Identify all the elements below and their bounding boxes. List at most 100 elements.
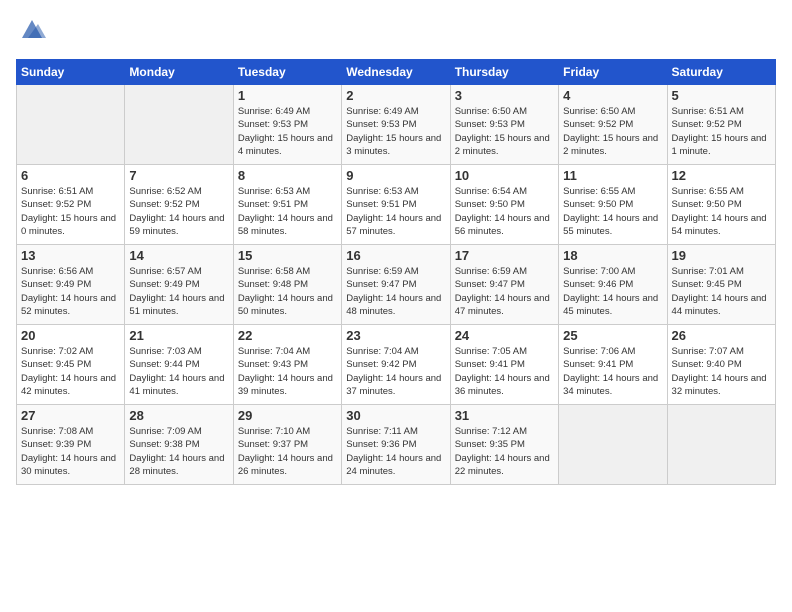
day-number: 30	[346, 408, 445, 423]
calendar-cell: 8 Sunrise: 6:53 AMSunset: 9:51 PMDaylight…	[233, 165, 341, 245]
day-number: 21	[129, 328, 228, 343]
cell-details: Sunrise: 7:12 AMSunset: 9:35 PMDaylight:…	[455, 425, 554, 478]
cell-details: Sunrise: 6:53 AMSunset: 9:51 PMDaylight:…	[346, 185, 445, 238]
day-number: 31	[455, 408, 554, 423]
day-number: 17	[455, 248, 554, 263]
calendar-cell	[125, 85, 233, 165]
column-header-wednesday: Wednesday	[342, 60, 450, 85]
calendar-cell	[17, 85, 125, 165]
day-number: 10	[455, 168, 554, 183]
cell-details: Sunrise: 7:09 AMSunset: 9:38 PMDaylight:…	[129, 425, 228, 478]
calendar-cell: 2 Sunrise: 6:49 AMSunset: 9:53 PMDaylight…	[342, 85, 450, 165]
cell-details: Sunrise: 7:04 AMSunset: 9:43 PMDaylight:…	[238, 345, 337, 398]
day-number: 11	[563, 168, 662, 183]
day-number: 29	[238, 408, 337, 423]
day-number: 18	[563, 248, 662, 263]
day-number: 9	[346, 168, 445, 183]
column-header-friday: Friday	[559, 60, 667, 85]
calendar-cell: 14 Sunrise: 6:57 AMSunset: 9:49 PMDayligh…	[125, 245, 233, 325]
calendar-cell: 5 Sunrise: 6:51 AMSunset: 9:52 PMDaylight…	[667, 85, 775, 165]
day-number: 15	[238, 248, 337, 263]
cell-details: Sunrise: 6:57 AMSunset: 9:49 PMDaylight:…	[129, 265, 228, 318]
column-header-sunday: Sunday	[17, 60, 125, 85]
cell-details: Sunrise: 7:11 AMSunset: 9:36 PMDaylight:…	[346, 425, 445, 478]
page-header	[16, 16, 776, 49]
cell-details: Sunrise: 6:49 AMSunset: 9:53 PMDaylight:…	[238, 105, 337, 158]
cell-details: Sunrise: 6:52 AMSunset: 9:52 PMDaylight:…	[129, 185, 228, 238]
day-number: 3	[455, 88, 554, 103]
calendar-cell: 27 Sunrise: 7:08 AMSunset: 9:39 PMDayligh…	[17, 405, 125, 485]
calendar-cell: 20 Sunrise: 7:02 AMSunset: 9:45 PMDayligh…	[17, 325, 125, 405]
cell-details: Sunrise: 6:49 AMSunset: 9:53 PMDaylight:…	[346, 105, 445, 158]
calendar-cell: 16 Sunrise: 6:59 AMSunset: 9:47 PMDayligh…	[342, 245, 450, 325]
calendar-cell: 7 Sunrise: 6:52 AMSunset: 9:52 PMDaylight…	[125, 165, 233, 245]
cell-details: Sunrise: 6:53 AMSunset: 9:51 PMDaylight:…	[238, 185, 337, 238]
day-number: 8	[238, 168, 337, 183]
cell-details: Sunrise: 6:51 AMSunset: 9:52 PMDaylight:…	[21, 185, 120, 238]
day-number: 14	[129, 248, 228, 263]
cell-details: Sunrise: 6:50 AMSunset: 9:53 PMDaylight:…	[455, 105, 554, 158]
cell-details: Sunrise: 6:59 AMSunset: 9:47 PMDaylight:…	[346, 265, 445, 318]
day-number: 23	[346, 328, 445, 343]
day-number: 13	[21, 248, 120, 263]
day-number: 2	[346, 88, 445, 103]
calendar-cell: 30 Sunrise: 7:11 AMSunset: 9:36 PMDayligh…	[342, 405, 450, 485]
calendar-cell: 9 Sunrise: 6:53 AMSunset: 9:51 PMDaylight…	[342, 165, 450, 245]
calendar-cell: 17 Sunrise: 6:59 AMSunset: 9:47 PMDayligh…	[450, 245, 558, 325]
cell-details: Sunrise: 7:02 AMSunset: 9:45 PMDaylight:…	[21, 345, 120, 398]
calendar-cell: 22 Sunrise: 7:04 AMSunset: 9:43 PMDayligh…	[233, 325, 341, 405]
cell-details: Sunrise: 7:03 AMSunset: 9:44 PMDaylight:…	[129, 345, 228, 398]
day-number: 5	[672, 88, 771, 103]
calendar-cell: 24 Sunrise: 7:05 AMSunset: 9:41 PMDayligh…	[450, 325, 558, 405]
day-number: 7	[129, 168, 228, 183]
calendar-cell	[559, 405, 667, 485]
calendar-week-row: 1Sunrise: 6:49 AMSunset: 9:53 PMDaylight…	[17, 85, 776, 165]
calendar-cell: 6 Sunrise: 6:51 AMSunset: 9:52 PMDaylight…	[17, 165, 125, 245]
column-header-tuesday: Tuesday	[233, 60, 341, 85]
calendar-cell: 11 Sunrise: 6:55 AMSunset: 9:50 PMDayligh…	[559, 165, 667, 245]
cell-details: Sunrise: 7:06 AMSunset: 9:41 PMDaylight:…	[563, 345, 662, 398]
calendar-cell: 26 Sunrise: 7:07 AMSunset: 9:40 PMDayligh…	[667, 325, 775, 405]
day-number: 27	[21, 408, 120, 423]
calendar-cell: 23Sunrise: 7:04 AMSunset: 9:42 PMDayligh…	[342, 325, 450, 405]
cell-details: Sunrise: 7:07 AMSunset: 9:40 PMDaylight:…	[672, 345, 771, 398]
logo	[16, 16, 46, 49]
day-number: 4	[563, 88, 662, 103]
calendar-week-row: 13Sunrise: 6:56 AMSunset: 9:49 PMDayligh…	[17, 245, 776, 325]
cell-details: Sunrise: 6:58 AMSunset: 9:48 PMDaylight:…	[238, 265, 337, 318]
cell-details: Sunrise: 6:55 AMSunset: 9:50 PMDaylight:…	[672, 185, 771, 238]
day-number: 24	[455, 328, 554, 343]
day-number: 6	[21, 168, 120, 183]
column-header-thursday: Thursday	[450, 60, 558, 85]
day-number: 25	[563, 328, 662, 343]
cell-details: Sunrise: 7:05 AMSunset: 9:41 PMDaylight:…	[455, 345, 554, 398]
cell-details: Sunrise: 6:55 AMSunset: 9:50 PMDaylight:…	[563, 185, 662, 238]
day-number: 19	[672, 248, 771, 263]
calendar-cell: 10 Sunrise: 6:54 AMSunset: 9:50 PMDayligh…	[450, 165, 558, 245]
day-number: 22	[238, 328, 337, 343]
calendar-cell: 25 Sunrise: 7:06 AMSunset: 9:41 PMDayligh…	[559, 325, 667, 405]
cell-details: Sunrise: 6:59 AMSunset: 9:47 PMDaylight:…	[455, 265, 554, 318]
calendar-week-row: 27 Sunrise: 7:08 AMSunset: 9:39 PMDayligh…	[17, 405, 776, 485]
cell-details: Sunrise: 6:50 AMSunset: 9:52 PMDaylight:…	[563, 105, 662, 158]
cell-details: Sunrise: 7:08 AMSunset: 9:39 PMDaylight:…	[21, 425, 120, 478]
cell-details: Sunrise: 7:10 AMSunset: 9:37 PMDaylight:…	[238, 425, 337, 478]
day-number: 20	[21, 328, 120, 343]
calendar-week-row: 20 Sunrise: 7:02 AMSunset: 9:45 PMDayligh…	[17, 325, 776, 405]
calendar-cell: 3 Sunrise: 6:50 AMSunset: 9:53 PMDaylight…	[450, 85, 558, 165]
cell-details: Sunrise: 7:00 AMSunset: 9:46 PMDaylight:…	[563, 265, 662, 318]
day-number: 16	[346, 248, 445, 263]
logo-icon	[18, 16, 46, 44]
calendar-cell: 15 Sunrise: 6:58 AMSunset: 9:48 PMDayligh…	[233, 245, 341, 325]
calendar-cell: 31 Sunrise: 7:12 AMSunset: 9:35 PMDayligh…	[450, 405, 558, 485]
calendar-header-row: SundayMondayTuesdayWednesdayThursdayFrid…	[17, 60, 776, 85]
column-header-monday: Monday	[125, 60, 233, 85]
calendar-cell	[667, 405, 775, 485]
day-number: 26	[672, 328, 771, 343]
calendar-cell: 12Sunrise: 6:55 AMSunset: 9:50 PMDayligh…	[667, 165, 775, 245]
cell-details: Sunrise: 6:54 AMSunset: 9:50 PMDaylight:…	[455, 185, 554, 238]
cell-details: Sunrise: 6:51 AMSunset: 9:52 PMDaylight:…	[672, 105, 771, 158]
calendar-cell: 18 Sunrise: 7:00 AMSunset: 9:46 PMDayligh…	[559, 245, 667, 325]
calendar-cell: 28Sunrise: 7:09 AMSunset: 9:38 PMDayligh…	[125, 405, 233, 485]
calendar-cell: 29 Sunrise: 7:10 AMSunset: 9:37 PMDayligh…	[233, 405, 341, 485]
